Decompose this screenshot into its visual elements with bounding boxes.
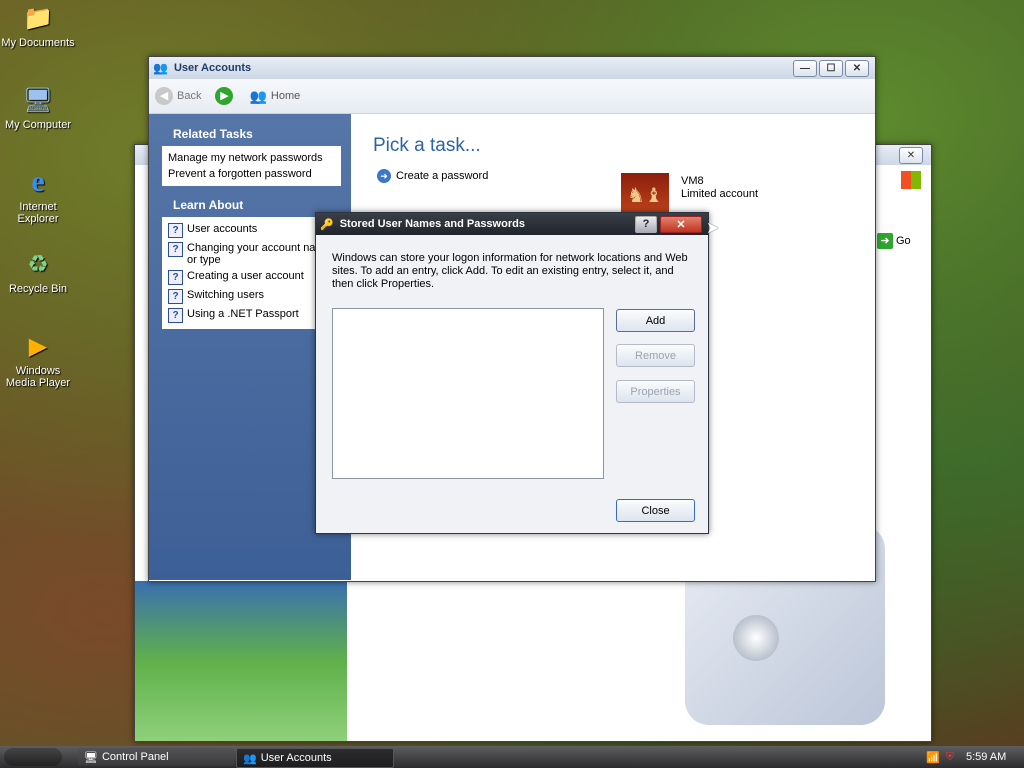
related-tasks-heading: Related Tasks [173,127,253,141]
close-icon[interactable]: ✕ [899,147,923,164]
stored-passwords-dialog[interactable]: 🔑 Stored User Names and Passwords ? ✕ Wi… [315,212,709,534]
taskbar: 🖥 Control Panel 👥 User Accounts 📶 ⛨ 5:59… [0,746,1024,768]
recycle-bin-icon: ♻ [27,250,49,278]
task-create-password[interactable]: ➜ Create a password [377,169,488,183]
remove-button[interactable]: Remove [616,344,695,367]
desktop-icon-my-computer[interactable]: 🖥 My Computer [0,84,76,132]
windows-logo-icon [901,171,921,189]
account-type: Limited account [681,188,759,200]
desktop-icon-my-documents[interactable]: 📁 My Documents [0,2,76,50]
desktop-icon-recycle-bin[interactable]: ♻ Recycle Bin [0,248,76,296]
help-icon: ? [168,223,183,238]
start-button[interactable] [4,748,62,766]
forward-arrow-icon[interactable]: ▶ [215,87,234,105]
add-button[interactable]: Add [616,309,695,332]
close-icon[interactable]: ✕ [845,59,869,77]
link-prevent-forgotten-password[interactable]: Prevent a forgotten password [168,166,335,182]
minimize-icon[interactable]: — [793,59,817,77]
taskbar-item-control-panel[interactable]: 🖥 Control Panel [78,748,234,766]
credentials-list[interactable] [332,308,604,479]
folder-documents-icon: 📁 [23,4,53,32]
maximize-icon[interactable]: ☐ [819,59,843,77]
desktop-icon-internet-explorer[interactable]: e Internet Explorer [0,165,76,225]
link-switching-users[interactable]: ? Switching users [168,287,335,306]
taskbar-item-user-accounts[interactable]: 👥 User Accounts [236,748,394,768]
close-button[interactable]: Close [616,499,695,522]
link-changing-account-name[interactable]: ? Changing your account name or type [168,240,335,268]
mouse-cursor-icon: ➤ [706,220,720,237]
media-player-icon: ▶ [28,332,48,360]
dialog-description: Windows can store your logon information… [332,252,688,290]
help-icon: ? [168,242,183,257]
link-net-passport[interactable]: ? Using a .NET Passport [168,306,335,325]
properties-button[interactable]: Properties [616,380,695,403]
nav-toolbar: ◀ Back ▶ 👥 Home [149,79,875,114]
user-accounts-icon: 👥 [243,752,257,765]
account-name: VM8 [681,175,704,187]
arrow-bullet-icon: ➜ [377,169,391,183]
link-manage-network-passwords[interactable]: Manage my network passwords [168,150,335,166]
key-icon: 🔑 [320,218,334,231]
go-arrow-icon: ➜ [877,233,893,249]
dialog-titlebar[interactable]: 🔑 Stored User Names and Passwords ? ✕ [316,213,708,235]
go-button[interactable]: ➜ Go [877,233,911,249]
computer-icon: 🖥 [22,86,54,114]
user-accounts-titlebar[interactable]: 👥 User Accounts — ☐ ✕ [149,57,875,79]
help-icon: ? [168,308,183,323]
desktop-icon-media-player[interactable]: ▶ Windows Media Player [0,330,76,390]
link-user-accounts[interactable]: ? User accounts [168,221,335,240]
system-tray: 📶 ⛨ 5:59 AM [916,746,1024,768]
control-panel-icon: 🖥 [84,751,98,764]
link-creating-user-account[interactable]: ? Creating a user account [168,268,335,287]
related-tasks-box: Manage my network passwords Prevent a fo… [162,146,341,186]
chess-pieces-icon: ♞♝ [627,185,663,207]
user-accounts-icon: 👥 [153,61,168,75]
help-icon: ? [168,289,183,304]
network-icon[interactable]: 📶 [926,751,940,764]
clock[interactable]: 5:59 AM [966,751,1006,763]
home-button[interactable]: 👥 Home [249,88,300,105]
help-icon[interactable]: ? [635,215,657,233]
device-dial-icon [733,615,779,661]
home-users-icon: 👥 [249,87,267,104]
close-icon[interactable]: ✕ [660,215,702,233]
page-title: Pick a task... [373,135,481,156]
back-arrow-icon: ◀ [155,87,173,105]
back-button[interactable]: ◀ Back [155,87,201,105]
help-icon: ? [168,270,183,285]
security-shield-icon[interactable]: ⛨ [946,751,954,764]
internet-explorer-icon: e [31,165,45,198]
